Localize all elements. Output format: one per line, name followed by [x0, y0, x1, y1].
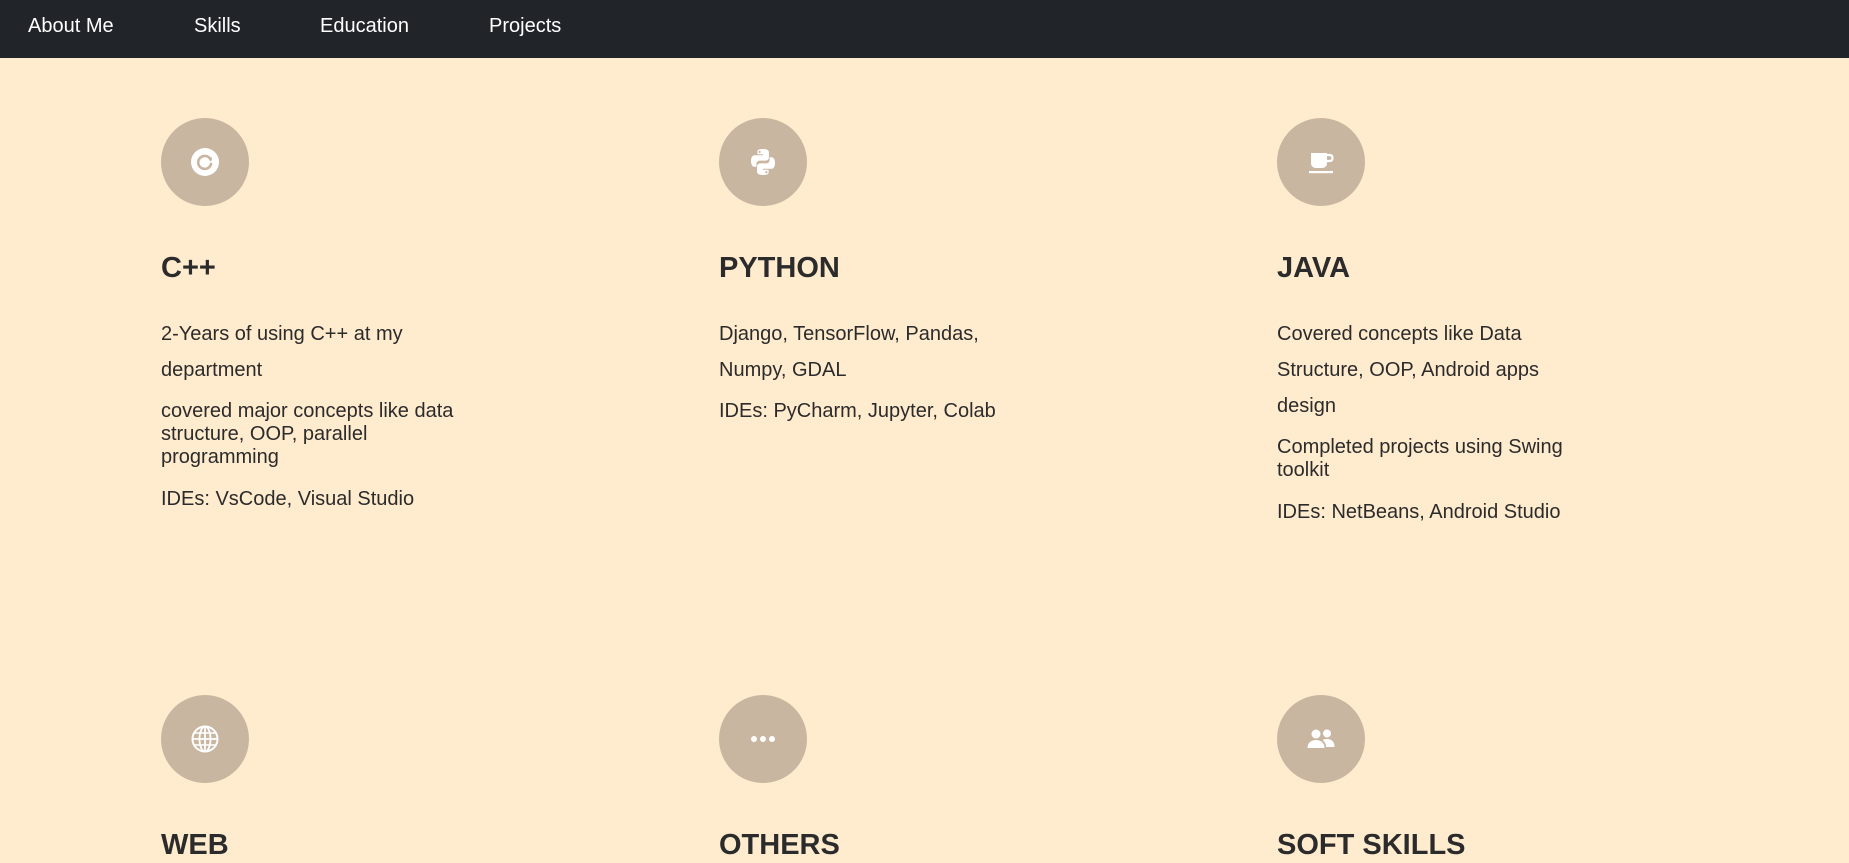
- skill-paragraph: IDEs: VsCode, Visual Studio: [161, 488, 415, 510]
- more-dots-icon: [751, 736, 775, 742]
- skill-icon-circle: [1277, 695, 1365, 783]
- python-icon: [751, 149, 775, 175]
- top-navbar: About Me Skills Education Projects: [0, 0, 1849, 58]
- skill-card-soft-skills: SOFT SKILLS: [1277, 695, 1597, 863]
- skill-card-others: OTHERS: [719, 695, 1039, 863]
- skill-card-python: PYTHON Django, TensorFlow, Pandas, Numpy…: [719, 118, 1039, 423]
- skill-icon-circle: [1277, 118, 1365, 206]
- skill-description: Django, TensorFlow, Pandas, Numpy, GDAL …: [719, 316, 1009, 423]
- skill-title: C++: [161, 252, 216, 284]
- coffee-cup-icon: [1309, 153, 1334, 174]
- skill-description: Covered concepts like Data Structure, OO…: [1277, 316, 1577, 524]
- skill-title: SOFT SKILLS: [1277, 829, 1466, 861]
- skill-title: WEB: [161, 829, 229, 861]
- skill-card-web: WEB: [161, 695, 481, 863]
- refresh-icon: [191, 148, 219, 176]
- nav-link-about-me[interactable]: About Me: [28, 15, 114, 38]
- skill-description: 2-Years of using C++ at my department co…: [161, 316, 471, 511]
- skill-paragraph: Covered concepts like Data Structure, OO…: [1277, 323, 1540, 417]
- skill-icon-circle: [161, 695, 249, 783]
- skill-title: JAVA: [1277, 252, 1351, 284]
- skill-icon-circle: [161, 118, 249, 206]
- skill-card-cpp: C++ 2-Years of using C++ at my departmen…: [161, 118, 481, 511]
- skill-paragraph: IDEs: PyCharm, Jupyter, Colab: [719, 400, 996, 422]
- nav-link-projects[interactable]: Projects: [489, 15, 561, 38]
- skill-icon-circle: [719, 118, 807, 206]
- skill-title: PYTHON: [719, 252, 840, 284]
- skill-paragraph: covered major concepts like data structu…: [161, 400, 454, 468]
- skill-card-java: JAVA Covered concepts like Data Structur…: [1277, 118, 1597, 524]
- globe-icon: [191, 725, 219, 753]
- nav-link-skills[interactable]: Skills: [194, 15, 241, 38]
- people-icon: [1307, 729, 1335, 748]
- skill-title: OTHERS: [719, 829, 840, 861]
- skill-paragraph: Django, TensorFlow, Pandas, Numpy, GDAL: [719, 323, 979, 381]
- skill-icon-circle: [719, 695, 807, 783]
- skill-paragraph: IDEs: NetBeans, Android Studio: [1277, 501, 1561, 523]
- skill-paragraph: 2-Years of using C++ at my department: [161, 323, 403, 381]
- skill-paragraph: Completed projects using Swing toolkit: [1277, 436, 1563, 481]
- nav-link-education[interactable]: Education: [320, 15, 409, 38]
